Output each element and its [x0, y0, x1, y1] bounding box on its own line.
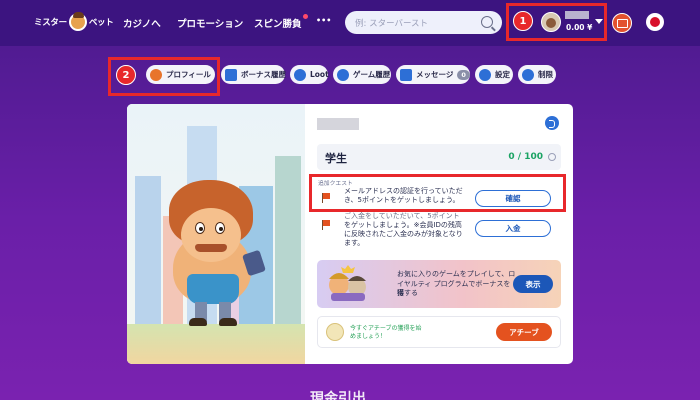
achievements-banner: 今すぐアチーブの獲得を始 めましょう！ アチーブ [317, 316, 561, 348]
account-balance: 0.00 ¥ [566, 23, 593, 32]
top-navigation-bar: ミスター ベット カジノへ プロモーション スピン勝負 ••• 例: スターバー… [0, 0, 700, 46]
achievements-button[interactable]: アチーブ [496, 323, 552, 341]
tab-messages[interactable]: メッセージ 0 [396, 65, 470, 84]
deposit-button[interactable]: 入金 [475, 220, 551, 237]
loyalty-text-3: 得する [397, 289, 418, 297]
tab-settings-label: 設定 [495, 70, 510, 79]
level-name: 学生 [325, 152, 347, 165]
tab-loot-label: Loot [310, 70, 329, 79]
mascot-vest-shape [187, 274, 239, 304]
mascot-shoe-shape [219, 318, 237, 326]
message-count-badge: 0 [457, 69, 470, 80]
achieve-text-1: 今すぐアチーブの獲得を始 [350, 325, 422, 332]
loyalty-characters-icon [329, 265, 366, 301]
callout-number-1: 1 [513, 11, 533, 31]
user-icon [150, 68, 162, 81]
nav-casino-link[interactable]: カジノへ [123, 16, 161, 30]
mascot-mustache-shape [195, 244, 227, 252]
tab-bonus-history-label: ボーナス履歴 [241, 70, 286, 79]
tab-game-history-label: ゲーム履歴 [353, 70, 391, 79]
notification-dot-icon [302, 14, 308, 19]
mascot-eye-shape [215, 222, 225, 234]
tab-profile[interactable]: プロフィール [146, 65, 215, 84]
more-menu-button[interactable]: ••• [316, 16, 331, 25]
account-username-redacted [565, 11, 589, 19]
clock-icon [337, 68, 349, 81]
search-icon[interactable] [481, 16, 493, 28]
site-logo[interactable]: ミスター ベット [34, 12, 114, 31]
tab-limits-label: 制限 [538, 70, 553, 79]
nav-spin-battle-label: スピン勝負 [254, 19, 302, 30]
logo-mascot-icon [68, 12, 87, 31]
section-heading-partial: 現金引出 [310, 391, 366, 400]
tab-profile-label: プロフィール [166, 70, 211, 79]
view-loyalty-button[interactable]: 表示 [513, 275, 553, 293]
level-status-box: 学生 0 / 100 [317, 144, 561, 170]
info-icon[interactable] [548, 153, 556, 161]
account-avatar[interactable] [541, 12, 561, 32]
loyalty-program-banner: お気に入りのゲームをプレイして、ロ イヤルティ プログラムでボーナスを獲 得する… [317, 260, 561, 308]
profile-card: 学生 0 / 100 追加クエスト メールアドレスの認証を行っていただ き、5ポ… [127, 104, 573, 364]
nav-promotions-link[interactable]: プロモーション [177, 16, 243, 30]
chevron-down-icon[interactable] [595, 19, 603, 24]
username-redacted [317, 118, 359, 130]
gift-box-icon[interactable] [612, 13, 632, 33]
search-box[interactable]: 例: スターバースト [345, 11, 502, 34]
verify-email-button[interactable]: 確認 [475, 190, 551, 207]
ground-shape [127, 324, 305, 364]
flag-icon [322, 193, 330, 203]
japan-flag-icon[interactable] [646, 13, 664, 31]
tab-game-history[interactable]: ゲーム履歴 [333, 65, 391, 84]
lock-icon [522, 68, 534, 81]
achievement-badge-icon [326, 323, 344, 341]
profile-details-panel: 学生 0 / 100 追加クエスト メールアドレスの認証を行っていただ き、5ポ… [305, 104, 573, 364]
logout-icon[interactable] [545, 116, 559, 130]
mail-icon [400, 68, 412, 81]
search-input[interactable]: 例: スターバースト [355, 17, 428, 29]
building-shape [135, 176, 161, 326]
tab-loot[interactable]: Loot [290, 65, 329, 84]
tab-limits[interactable]: 制限 [518, 65, 556, 84]
tab-bonus-history[interactable]: ボーナス履歴 [221, 65, 286, 84]
achieve-text-2: めましょう！ [350, 333, 387, 340]
gear-icon [479, 68, 491, 81]
tab-settings[interactable]: 設定 [475, 65, 513, 84]
mascot-city-illustration [127, 104, 305, 364]
logo-text-left: ミスター [34, 18, 67, 28]
loyalty-text-1: お気に入りのゲームをプレイして、ロ [397, 270, 516, 278]
gift-icon [225, 68, 237, 81]
mascot-face-shape [181, 208, 241, 262]
level-points: 0 / 100 [508, 152, 543, 162]
deposit-quest-text-4: ます。 [344, 239, 365, 247]
tab-messages-label: メッセージ [416, 70, 454, 79]
callout-number-2: 2 [116, 65, 136, 85]
email-quest-text-2: き、5ポイントをゲットしましょう。 [344, 196, 460, 204]
flag-icon [322, 220, 330, 230]
potion-icon [294, 68, 306, 81]
mascot-shoe-shape [189, 318, 207, 326]
mascot-eye-shape [195, 222, 205, 234]
logo-text-right: ベット [88, 18, 114, 28]
nav-spin-battle-link[interactable]: スピン勝負 [254, 14, 308, 30]
building-shape [275, 156, 301, 326]
